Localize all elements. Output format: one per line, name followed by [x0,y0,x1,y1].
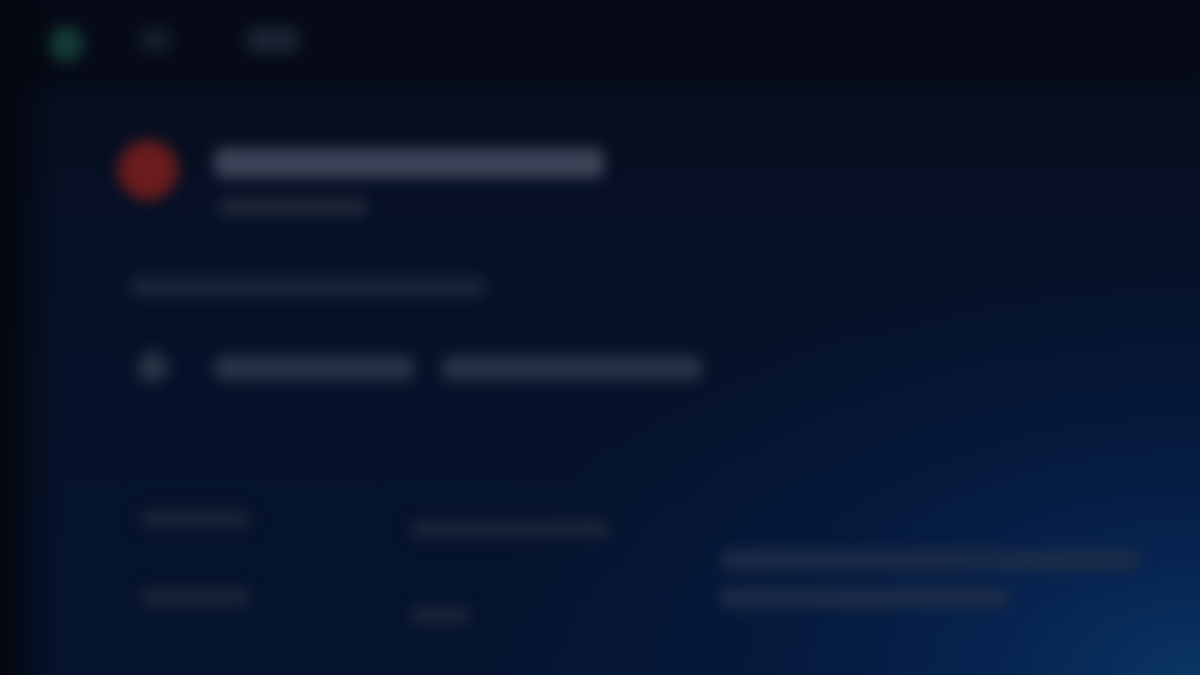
details-section [130,500,1170,675]
detail-value [410,606,470,624]
detail-label [140,588,250,606]
top-bar [0,0,1200,84]
detail-note [720,588,1010,608]
app-logo-icon[interactable] [48,26,84,62]
detail-label [140,510,250,528]
action-row [130,348,730,388]
menu-icon[interactable] [140,28,170,52]
blurred-content [0,0,1200,675]
page-title [214,148,604,178]
primary-action-link[interactable] [214,356,414,380]
detail-note [720,550,1140,570]
page-subtitle [218,198,368,216]
description-text [130,278,485,296]
app-screen [0,0,1200,675]
detail-value [410,520,610,538]
top-bar-pill-button[interactable] [246,26,300,54]
action-icon[interactable] [138,352,168,382]
avatar-icon [118,140,178,200]
secondary-action-link[interactable] [442,356,702,380]
